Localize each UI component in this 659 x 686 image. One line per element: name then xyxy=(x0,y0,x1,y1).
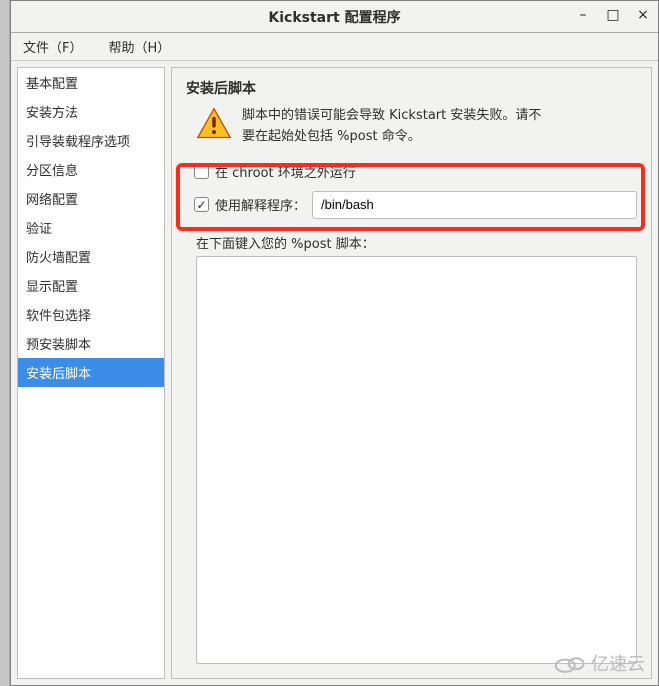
minimize-button[interactable]: – xyxy=(574,8,592,26)
warning-line2: 要在起始处包括 %post 命令。 xyxy=(242,127,541,148)
interpreter-row: 使用解释程序： xyxy=(186,185,637,225)
chroot-row: 在 chroot 环境之外运行 xyxy=(186,158,637,185)
sidebar-item-install-method[interactable]: 安装方法 xyxy=(18,97,164,126)
maximize-button[interactable]: □ xyxy=(604,8,622,26)
sidebar-item-pre-script[interactable]: 预安装脚本 xyxy=(18,329,164,358)
sidebar-item-packages[interactable]: 软件包选择 xyxy=(18,300,164,329)
menu-help[interactable]: 帮助（H） xyxy=(102,35,176,58)
sidebar-item-bootloader[interactable]: 引导装载程序选项 xyxy=(18,126,164,155)
app-window: Kickstart 配置程序 – □ × 文件（F） 帮助（H） 基本配置 安装… xyxy=(10,0,659,686)
interpreter-input[interactable] xyxy=(312,191,637,219)
titlebar: Kickstart 配置程序 – □ × xyxy=(11,1,658,33)
sidebar-item-display[interactable]: 显示配置 xyxy=(18,271,164,300)
sidebar-item-auth[interactable]: 验证 xyxy=(18,213,164,242)
section-title: 安装后脚本 xyxy=(186,78,637,98)
menu-file[interactable]: 文件（F） xyxy=(17,35,88,58)
script-prompt-label: 在下面键入您的 %post 脚本： xyxy=(186,225,637,256)
menubar: 文件（F） 帮助（H） xyxy=(11,33,658,61)
sidebar-item-network[interactable]: 网络配置 xyxy=(18,184,164,213)
close-button[interactable]: × xyxy=(634,8,652,26)
sidebar-item-post-script[interactable]: 安装后脚本 xyxy=(18,358,164,387)
warning-row: 脚本中的错误可能会导致 Kickstart 安装失败。请不 要在起始处包括 %p… xyxy=(186,106,637,148)
window-controls: – □ × xyxy=(574,8,652,26)
window-title: Kickstart 配置程序 xyxy=(11,7,658,27)
sidebar-item-firewall[interactable]: 防火墙配置 xyxy=(18,242,164,271)
main-panel: 安装后脚本 脚本中的错误可能会导致 Kickstart 安装失败。请不 要在起始… xyxy=(171,67,652,679)
interpreter-label: 使用解释程序： xyxy=(215,195,306,214)
chroot-checkbox[interactable] xyxy=(194,164,209,179)
desktop-left-strip xyxy=(0,0,10,686)
warning-icon xyxy=(196,106,232,146)
sidebar-item-basic[interactable]: 基本配置 xyxy=(18,68,164,97)
sidebar-item-partition[interactable]: 分区信息 xyxy=(18,155,164,184)
content-area: 基本配置 安装方法 引导装载程序选项 分区信息 网络配置 验证 防火墙配置 显示… xyxy=(11,61,658,685)
interpreter-checkbox[interactable] xyxy=(194,197,209,212)
chroot-label: 在 chroot 环境之外运行 xyxy=(215,162,356,181)
warning-line1: 脚本中的错误可能会导致 Kickstart 安装失败。请不 xyxy=(242,106,541,127)
warning-text: 脚本中的错误可能会导致 Kickstart 安装失败。请不 要在起始处包括 %p… xyxy=(242,106,541,148)
script-textarea[interactable] xyxy=(196,256,637,664)
sidebar: 基本配置 安装方法 引导装载程序选项 分区信息 网络配置 验证 防火墙配置 显示… xyxy=(17,67,165,679)
